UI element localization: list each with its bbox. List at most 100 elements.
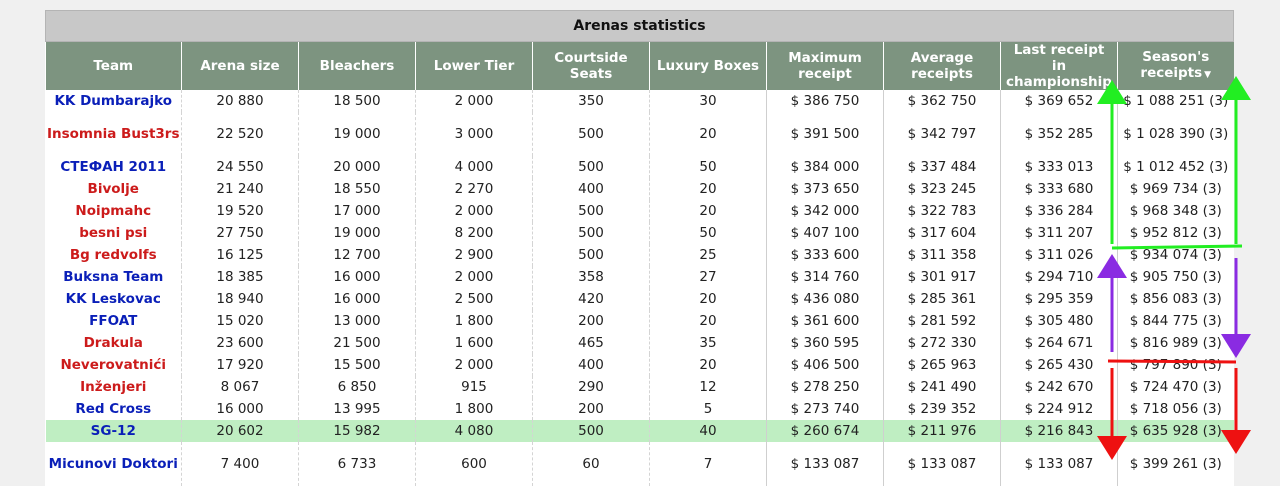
lower-tier-cell: 4 080	[415, 420, 533, 442]
maximum-receipt-cell: $ 373 650	[766, 178, 884, 200]
column-header-bleachers[interactable]: Bleachers	[298, 41, 416, 90]
maximum-receipt-cell: $ 406 500	[766, 354, 884, 376]
arena-size-cell: 15 020	[181, 310, 299, 332]
luxury-boxes-cell: 20	[649, 200, 767, 222]
average-receipts-cell: $ 342 797	[883, 112, 1001, 156]
season-receipts-cell: $ 905 750 (3)	[1117, 266, 1234, 288]
bleachers-cell: 12 700	[298, 244, 416, 266]
season-receipts-cell: $ 797 890 (3)	[1117, 354, 1234, 376]
team-name-link[interactable]: СТЕФАН 2011	[46, 156, 182, 178]
column-header-courtside-seats[interactable]: Courtside Seats	[532, 41, 650, 90]
arena-size-cell: 7 400	[181, 442, 299, 486]
team-name-link[interactable]: Neverovatnići	[46, 354, 182, 376]
bleachers-cell: 16 000	[298, 266, 416, 288]
last-receipt-cell: $ 133 087	[1000, 442, 1118, 486]
courtside-seats-cell: 500	[532, 222, 650, 244]
column-header-label-line2: receipts	[1140, 65, 1203, 81]
table-row: Red Cross 16 000 13 995 1 800 200 5 $ 273 740 $…	[46, 398, 1234, 420]
luxury-boxes-cell: 20	[649, 288, 767, 310]
team-name-link[interactable]: Bg redvolfs	[46, 244, 182, 266]
column-header-label: Bleachers	[319, 58, 395, 74]
arena-size-cell: 21 240	[181, 178, 299, 200]
season-receipts-cell: $ 1 012 452 (3)	[1117, 156, 1234, 178]
courtside-seats-cell: 400	[532, 354, 650, 376]
team-name-link[interactable]: KK Dumbarajko	[46, 90, 182, 112]
season-receipts-cell: $ 969 734 (3)	[1117, 178, 1234, 200]
lower-tier-cell: 2 000	[415, 200, 533, 222]
table-row: Bg redvolfs 16 125 12 700 2 900 500 25 $ 333 6…	[46, 244, 1234, 266]
maximum-receipt-cell: $ 386 750	[766, 90, 884, 112]
luxury-boxes-cell: 20	[649, 310, 767, 332]
team-name-link[interactable]: SG-12	[45, 420, 182, 442]
arena-size-cell: 20 880	[181, 90, 299, 112]
bleachers-cell: 18 550	[298, 178, 416, 200]
last-receipt-cell: $ 305 480	[1000, 310, 1118, 332]
table-row: Insomnia Bust3rs 22 520 19 000 3 000 500 20 $ …	[46, 112, 1234, 156]
luxury-boxes-cell: 30	[649, 90, 767, 112]
last-receipt-cell: $ 333 013	[1000, 156, 1118, 178]
bleachers-cell: 17 000	[298, 200, 416, 222]
arena-size-cell: 23 600	[181, 332, 299, 354]
average-receipts-cell: $ 317 604	[883, 222, 1001, 244]
arena-size-cell: 24 550	[181, 156, 299, 178]
column-header-arena-size[interactable]: Arena size	[181, 41, 299, 90]
arenas-statistics-panel: Arenas statistics Team Arena size Bleach…	[45, 10, 1234, 486]
column-header-label-line1: Last receipt in	[1013, 42, 1105, 74]
team-name-link[interactable]: Drakula	[46, 332, 182, 354]
column-header-label-line2: receipt	[798, 66, 852, 82]
team-name-link[interactable]: Red Cross	[46, 398, 182, 420]
column-header-last-receipt[interactable]: Last receipt in championship	[1000, 41, 1118, 90]
maximum-receipt-cell: $ 342 000	[766, 200, 884, 222]
bleachers-cell: 6 850	[298, 376, 416, 398]
team-name-link[interactable]: Insomnia Bust3rs	[46, 112, 182, 156]
sort-descending-icon[interactable]: ▼	[1204, 70, 1211, 80]
last-receipt-cell: $ 336 284	[1000, 200, 1118, 222]
table-row: Drakula 23 600 21 500 1 600 465 35 $ 360 595 $ …	[46, 332, 1234, 354]
column-header-label: Lower Tier	[433, 58, 515, 74]
column-header-lower-tier[interactable]: Lower Tier	[415, 41, 533, 90]
column-header-season-receipts[interactable]: Season's receipts ▼	[1117, 41, 1234, 90]
luxury-boxes-cell: 12	[649, 376, 767, 398]
luxury-boxes-cell: 25	[649, 244, 767, 266]
column-header-label-line1: Average	[910, 50, 974, 66]
team-name-link[interactable]: Noipmahc	[46, 200, 182, 222]
season-receipts-cell: $ 952 812 (3)	[1117, 222, 1234, 244]
lower-tier-cell: 4 000	[415, 156, 533, 178]
courtside-seats-cell: 200	[532, 310, 650, 332]
average-receipts-cell: $ 239 352	[883, 398, 1001, 420]
season-receipts-cell: $ 724 470 (3)	[1117, 376, 1234, 398]
column-header-luxury-boxes[interactable]: Luxury Boxes	[649, 41, 767, 90]
maximum-receipt-cell: $ 273 740	[766, 398, 884, 420]
column-header-team[interactable]: Team	[45, 41, 182, 90]
last-receipt-cell: $ 264 671	[1000, 332, 1118, 354]
team-name-link[interactable]: Inženjeri	[46, 376, 182, 398]
arena-size-cell: 16 000	[181, 398, 299, 420]
average-receipts-cell: $ 322 783	[883, 200, 1001, 222]
average-receipts-cell: $ 285 361	[883, 288, 1001, 310]
bleachers-cell: 19 000	[298, 222, 416, 244]
column-header-maximum-receipt[interactable]: Maximum receipt	[766, 41, 884, 90]
team-name-link[interactable]: FFOAT	[46, 310, 182, 332]
last-receipt-cell: $ 295 359	[1000, 288, 1118, 310]
luxury-boxes-cell: 20	[649, 178, 767, 200]
last-receipt-cell: $ 294 710	[1000, 266, 1118, 288]
column-header-average-receipts[interactable]: Average receipts	[883, 41, 1001, 90]
team-name-link[interactable]: besni psi	[46, 222, 182, 244]
column-header-label: Team	[93, 58, 134, 74]
team-name-link[interactable]: KK Leskovac	[46, 288, 182, 310]
team-name-link[interactable]: Micunovi Doktori	[46, 442, 182, 486]
courtside-seats-cell: 60	[532, 442, 650, 486]
maximum-receipt-cell: $ 133 087	[766, 442, 884, 486]
arena-size-cell: 16 125	[181, 244, 299, 266]
last-receipt-cell: $ 311 026	[1000, 244, 1118, 266]
courtside-seats-cell: 400	[532, 178, 650, 200]
team-name-link[interactable]: Buksna Team	[46, 266, 182, 288]
table-row: besni psi 27 750 19 000 8 200 500 50 $ 407 100…	[46, 222, 1234, 244]
maximum-receipt-cell: $ 361 600	[766, 310, 884, 332]
table-row: Noipmahc 19 520 17 000 2 000 500 20 $ 342 000 $…	[46, 200, 1234, 222]
table-row: KK Leskovac 18 940 16 000 2 500 420 20 $ 436 0…	[46, 288, 1234, 310]
lower-tier-cell: 3 000	[415, 112, 533, 156]
team-name-link[interactable]: Bivolje	[46, 178, 182, 200]
average-receipts-cell: $ 281 592	[883, 310, 1001, 332]
arena-size-cell: 19 520	[181, 200, 299, 222]
